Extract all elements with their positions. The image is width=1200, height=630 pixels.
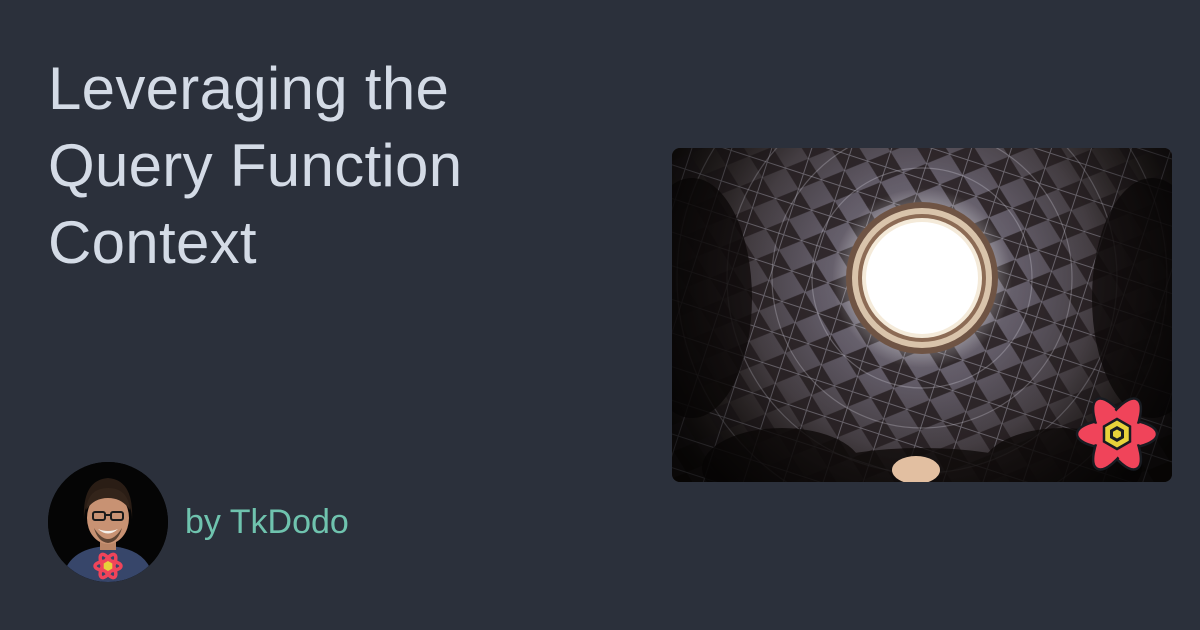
post-title: Leveraging the Query Function Context bbox=[48, 50, 608, 281]
author-byline: by TkDodo bbox=[185, 503, 349, 541]
author-photo-icon bbox=[48, 462, 168, 582]
title-line-2: Query Function bbox=[48, 132, 463, 199]
author-avatar bbox=[48, 462, 168, 582]
title-line-1: Leveraging the bbox=[48, 55, 450, 122]
title-line-3: Context bbox=[48, 209, 257, 276]
react-query-logo-icon bbox=[1075, 397, 1159, 471]
